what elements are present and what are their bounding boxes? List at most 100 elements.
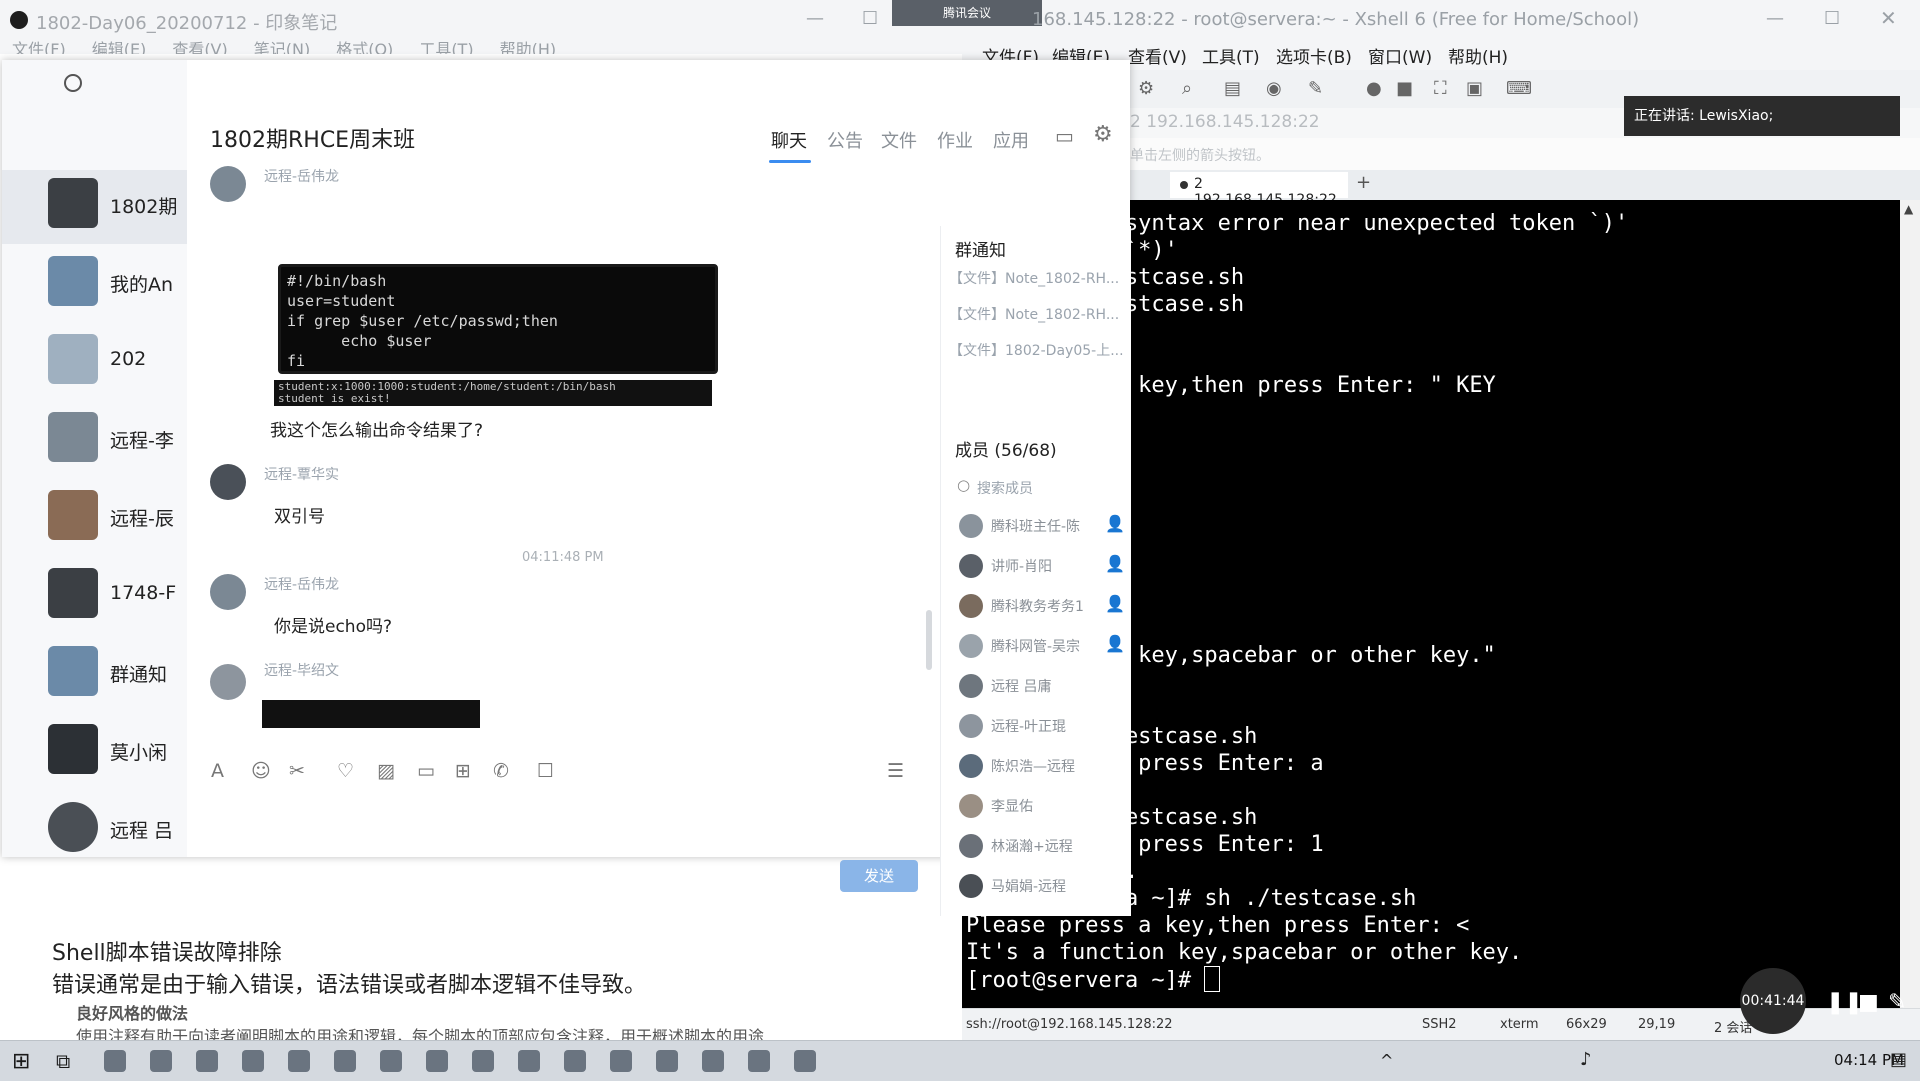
tray-chevron-icon[interactable]: ^: [1380, 1051, 1393, 1070]
taskbar-app-icon[interactable]: [794, 1050, 816, 1072]
taskbar-app-icon[interactable]: [150, 1050, 172, 1072]
member-item[interactable]: 腾科教务考务1 👤: [955, 588, 1131, 628]
taskbar-app-icon[interactable]: [472, 1050, 494, 1072]
member-item[interactable]: 林涵瀚+远程: [955, 828, 1131, 868]
tab-chat[interactable]: 聊天: [771, 127, 807, 153]
close-icon[interactable]: ✕: [1880, 6, 1897, 30]
print-icon[interactable]: ▤: [1224, 78, 1241, 99]
conversation-item[interactable]: 1748-F: [2, 560, 187, 634]
session-tab[interactable]: 2 192.168.145.128:22: [1170, 172, 1348, 208]
terminal-scrollbar[interactable]: ▲: [1900, 200, 1920, 1008]
member-item[interactable]: 远程-叶正琨: [955, 708, 1131, 748]
conversation-item[interactable]: 莫小闲: [2, 716, 187, 790]
globe-icon[interactable]: ◉: [1266, 78, 1282, 99]
member-search-input[interactable]: 搜索成员: [977, 478, 1033, 498]
menu-item[interactable]: 帮助(H): [1448, 43, 1508, 68]
search-icon[interactable]: ⌕: [1182, 78, 1192, 99]
code-screenshot[interactable]: #!/bin/bash user=student if grep $user /…: [278, 264, 718, 374]
conversation-item[interactable]: 我的An: [2, 248, 187, 322]
send-button[interactable]: 发送: [840, 860, 918, 892]
member-item[interactable]: 马娟娟-远程: [955, 868, 1131, 908]
pen-icon[interactable]: ✎: [1888, 990, 1906, 1015]
maximize-icon[interactable]: ☐: [1824, 8, 1840, 29]
menu-item[interactable]: 帮助(H): [500, 40, 557, 54]
favorite-icon[interactable]: ♡: [337, 760, 354, 782]
member-item[interactable]: 李显佑: [955, 788, 1131, 828]
file-item[interactable]: 【文件】1802-Day05-上...: [949, 340, 1127, 360]
taskbar-app-icon[interactable]: [748, 1050, 770, 1072]
settings-icon[interactable]: ⚙: [1093, 122, 1113, 147]
taskbar-app-icon[interactable]: [104, 1050, 126, 1072]
lock-icon[interactable]: ▣: [1466, 78, 1483, 99]
fullscreen-icon[interactable]: ⛶: [1434, 78, 1447, 99]
avatar[interactable]: [210, 574, 246, 610]
taskbar-app-icon[interactable]: [656, 1050, 678, 1072]
menu-item[interactable]: 查看(V): [172, 40, 227, 54]
taskbar-app-icon[interactable]: [380, 1050, 402, 1072]
conversation-item[interactable]: 群通知: [2, 638, 187, 712]
taskbar-app-icon[interactable]: [610, 1050, 632, 1072]
taskbar-app-icon[interactable]: [564, 1050, 586, 1072]
taskbar-app-icon[interactable]: [426, 1050, 448, 1072]
file-item[interactable]: 【文件】Note_1802-RH...: [949, 304, 1127, 324]
folder-icon[interactable]: ▭: [417, 760, 435, 782]
search-icon[interactable]: ○: [957, 476, 970, 494]
avatar[interactable]: [210, 166, 246, 202]
taskbar-app-icon[interactable]: [288, 1050, 310, 1072]
menu-item[interactable]: 笔记(N): [254, 40, 310, 54]
tab-files[interactable]: 文件: [881, 127, 917, 153]
history-icon[interactable]: ☰: [887, 760, 904, 782]
conversation-item[interactable]: 1802期: [2, 170, 187, 244]
homework-icon[interactable]: ☐: [537, 760, 554, 782]
menu-item[interactable]: 窗口(W): [1368, 43, 1432, 68]
taskbar-app-icon[interactable]: [242, 1050, 264, 1072]
task-view-icon[interactable]: ⧉: [56, 1049, 70, 1073]
output-screenshot[interactable]: student:x:1000:1000:student:/home/studen…: [274, 380, 712, 406]
scroll-up-icon[interactable]: ▲: [1904, 202, 1913, 216]
screen-share-icon[interactable]: ▭: [1055, 124, 1074, 148]
menu-item[interactable]: 选项卡(B): [1276, 43, 1352, 68]
tab-announcement[interactable]: 公告: [827, 127, 863, 153]
menu-item[interactable]: 文件(F): [12, 40, 66, 54]
open-icon[interactable]: ⚙: [1138, 78, 1154, 99]
menu-item[interactable]: 查看(V): [1128, 43, 1187, 68]
volume-icon[interactable]: ♪: [1580, 1049, 1592, 1070]
tab-homework[interactable]: 作业: [937, 127, 973, 153]
member-item[interactable]: 陈炽浩—远程: [955, 748, 1131, 788]
meeting-badge[interactable]: 腾讯会议: [892, 0, 1042, 26]
stop-icon[interactable]: ■: [1858, 990, 1879, 1015]
note-body[interactable]: Shell脚本错误故障排除 错误通常是由于输入错误，语法错误或者脚本逻辑不佳导致…: [0, 855, 962, 1046]
tab-apps[interactable]: 应用: [993, 127, 1029, 153]
member-item[interactable]: 腾科班主任-陈 👤: [955, 508, 1131, 548]
chat-scrollbar[interactable]: [926, 610, 932, 670]
gift-icon[interactable]: ⊞: [455, 760, 471, 782]
conversation-item[interactable]: 远程-辰: [2, 482, 187, 556]
windows-start-icon[interactable]: ⊞: [12, 1049, 30, 1074]
minimize-icon[interactable]: —: [806, 8, 824, 29]
keyboard-icon[interactable]: ⌨: [1506, 78, 1532, 99]
screenshot-icon[interactable]: ✂: [289, 760, 305, 782]
avatar[interactable]: [210, 664, 246, 700]
taskbar-app-icon[interactable]: [196, 1050, 218, 1072]
font-icon[interactable]: A: [211, 760, 224, 782]
minimize-icon[interactable]: —: [1766, 8, 1784, 29]
menu-item[interactable]: 编辑(E): [92, 40, 147, 54]
notification-icon[interactable]: ▤: [1890, 1049, 1907, 1070]
search-icon[interactable]: [64, 74, 82, 92]
avatar[interactable]: [210, 464, 246, 500]
menu-item[interactable]: 格式(O): [336, 40, 393, 54]
emoji-icon[interactable]: ☺: [251, 760, 271, 782]
taskbar-app-icon[interactable]: [702, 1050, 724, 1072]
menu-item[interactable]: 工具(T): [1202, 43, 1260, 68]
conversation-item[interactable]: 202: [2, 326, 187, 400]
taskbar-app-icon[interactable]: [334, 1050, 356, 1072]
new-tab-icon[interactable]: +: [1356, 172, 1371, 193]
image-icon[interactable]: ▨: [377, 760, 395, 782]
file-item[interactable]: 【文件】Note_1802-RH...: [949, 268, 1127, 288]
member-item[interactable]: 腾科网管-吴宗 👤: [955, 628, 1131, 668]
maximize-icon[interactable]: ☐: [862, 8, 878, 29]
menu-item[interactable]: 工具(T): [419, 40, 473, 54]
xagent-icon[interactable]: ■: [1396, 78, 1413, 99]
image-message[interactable]: [262, 700, 480, 728]
conversation-item[interactable]: 远程-李: [2, 404, 187, 478]
